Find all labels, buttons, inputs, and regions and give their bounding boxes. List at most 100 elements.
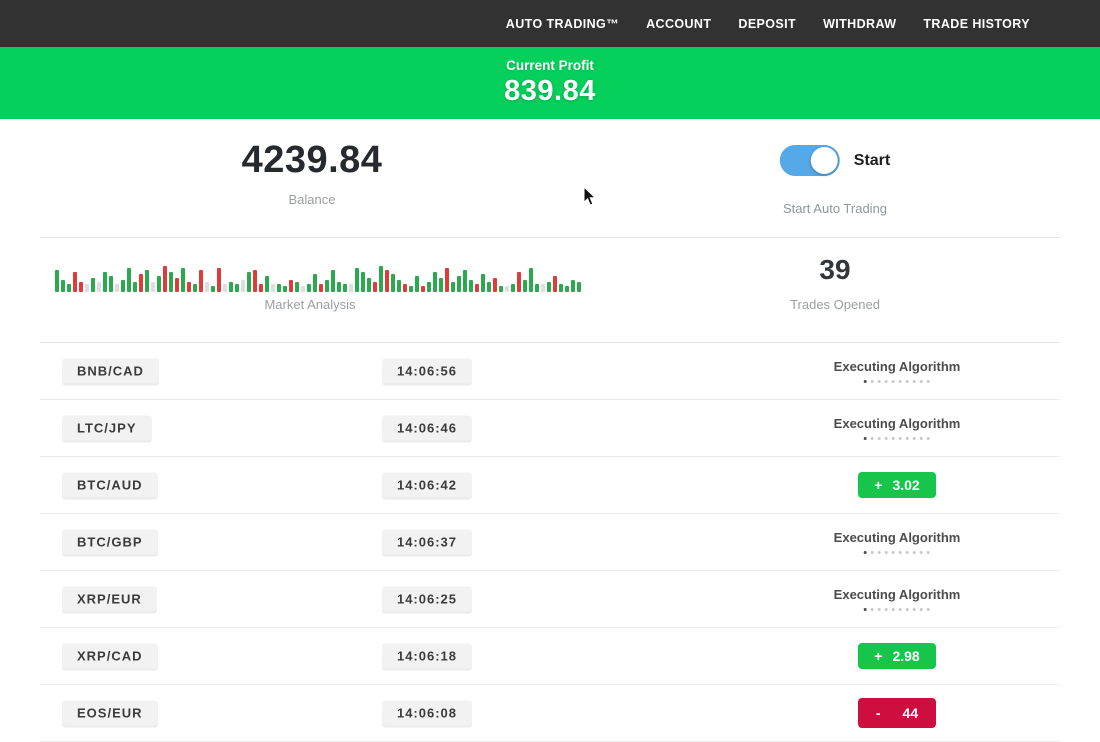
- nav-item-0[interactable]: AUTO TRADING™: [506, 17, 619, 31]
- market-bar: [517, 272, 521, 292]
- balance-block: 4239.84 Balance: [242, 139, 383, 207]
- nav-item-2[interactable]: DEPOSIT: [738, 17, 796, 31]
- market-bar: [499, 286, 503, 292]
- market-bar: [541, 284, 545, 292]
- market-bar: [361, 272, 365, 292]
- trade-row: BTC/AUD 14:06:42 +3.02: [40, 457, 1060, 514]
- market-bar: [289, 280, 293, 292]
- market-bar: [529, 268, 533, 292]
- toggle-label: Start: [854, 152, 890, 170]
- market-bar: [307, 284, 311, 292]
- market-analysis-chart: [55, 259, 581, 292]
- progress-dots-icon: [864, 380, 930, 383]
- auto-trading-toggle[interactable]: [780, 145, 840, 176]
- market-bar: [277, 284, 281, 292]
- market-bar: [223, 284, 227, 292]
- market-bar: [181, 268, 185, 292]
- trade-row: BTC/GBP 14:06:37 Executing Algorithm: [40, 514, 1060, 571]
- market-bar: [253, 270, 257, 292]
- time-chip[interactable]: 14:06:46: [382, 416, 472, 441]
- market-bar: [343, 284, 347, 292]
- market-bar: [463, 270, 467, 292]
- market-bar: [133, 282, 137, 292]
- executing-algorithm-indicator: Executing Algorithm: [834, 530, 961, 554]
- time-chip[interactable]: 14:06:56: [382, 359, 472, 384]
- current-profit-label: Current Profit: [506, 58, 594, 73]
- market-bar: [61, 280, 65, 292]
- market-analysis-section: Market Analysis 39 Trades Opened: [0, 238, 1100, 342]
- market-bar: [67, 284, 71, 292]
- time-chip[interactable]: 14:06:42: [382, 473, 472, 498]
- market-bar: [379, 266, 383, 292]
- market-bar: [85, 284, 89, 292]
- market-bar: [577, 282, 581, 292]
- time-chip[interactable]: 14:06:18: [382, 644, 472, 669]
- market-bar: [355, 268, 359, 292]
- market-bar: [109, 276, 113, 292]
- market-bar: [79, 282, 83, 292]
- pair-chip[interactable]: XRP/CAD: [62, 644, 158, 669]
- market-bar: [187, 282, 191, 292]
- market-bar: [235, 284, 239, 292]
- market-bar: [103, 272, 107, 292]
- trades-list: BNB/CAD 14:06:56 Executing Algorithm LTC…: [40, 343, 1060, 742]
- pair-chip[interactable]: EOS/EUR: [62, 701, 158, 726]
- market-bar: [439, 278, 443, 292]
- market-bar: [265, 276, 269, 292]
- market-bar: [559, 284, 563, 292]
- nav-item-3[interactable]: WITHDRAW: [823, 17, 896, 31]
- auto-trading-dashboard: AUTO TRADING™ ACCOUNT DEPOSIT WITHDRAW TRADE…: [0, 0, 1100, 742]
- market-bar: [505, 286, 509, 292]
- market-bar: [427, 282, 431, 292]
- market-bar: [55, 270, 59, 292]
- market-bar: [511, 284, 515, 292]
- market-bar: [523, 280, 527, 292]
- market-bar: [481, 274, 485, 292]
- market-bar: [205, 282, 209, 292]
- market-bar: [445, 268, 449, 292]
- market-bar: [457, 276, 461, 292]
- market-bar: [139, 274, 143, 292]
- current-profit-value: 839.84: [504, 75, 596, 108]
- trade-status: +2.98: [858, 643, 936, 669]
- market-bar: [247, 272, 251, 292]
- profit-badge: +2.98: [858, 643, 936, 669]
- balance-label: Balance: [242, 192, 383, 207]
- market-bar: [163, 266, 167, 292]
- time-chip[interactable]: 14:06:25: [382, 587, 472, 612]
- pair-chip[interactable]: XRP/EUR: [62, 587, 157, 612]
- market-bar: [217, 268, 221, 292]
- time-chip[interactable]: 14:06:37: [382, 530, 472, 555]
- market-bar: [553, 276, 557, 292]
- trades-opened-value: 39: [819, 254, 850, 286]
- market-bar: [97, 282, 101, 292]
- pair-chip[interactable]: BTC/AUD: [62, 473, 158, 498]
- auto-trading-toggle-block: Start Start Auto Trading: [780, 145, 890, 216]
- pair-chip[interactable]: BTC/GBP: [62, 530, 158, 555]
- market-bar: [367, 278, 371, 292]
- nav-item-4[interactable]: TRADE HISTORY: [923, 17, 1030, 31]
- market-bar: [73, 272, 77, 292]
- trade-status: Executing Algorithm: [834, 359, 961, 383]
- market-bar: [169, 272, 173, 292]
- market-bar: [91, 278, 95, 292]
- progress-dots-icon: [864, 551, 930, 554]
- market-bar: [403, 284, 407, 292]
- progress-dots-icon: [864, 608, 930, 611]
- pair-chip[interactable]: LTC/JPY: [62, 416, 152, 441]
- trade-row: XRP/EUR 14:06:25 Executing Algorithm: [40, 571, 1060, 628]
- pair-chip[interactable]: BNB/CAD: [62, 359, 159, 384]
- trade-status: -44: [858, 698, 936, 728]
- toggle-knob-icon: [811, 147, 838, 174]
- time-chip[interactable]: 14:06:08: [382, 701, 472, 726]
- profit-badge: +3.02: [858, 472, 936, 498]
- market-bar: [175, 278, 179, 292]
- market-bar: [199, 270, 203, 292]
- market-bar: [259, 284, 263, 292]
- nav-item-1[interactable]: ACCOUNT: [646, 17, 711, 31]
- executing-algorithm-label: Executing Algorithm: [834, 530, 961, 545]
- market-bar: [211, 286, 215, 292]
- market-bar: [301, 286, 305, 292]
- trade-status: Executing Algorithm: [834, 530, 961, 554]
- executing-algorithm-label: Executing Algorithm: [834, 416, 961, 431]
